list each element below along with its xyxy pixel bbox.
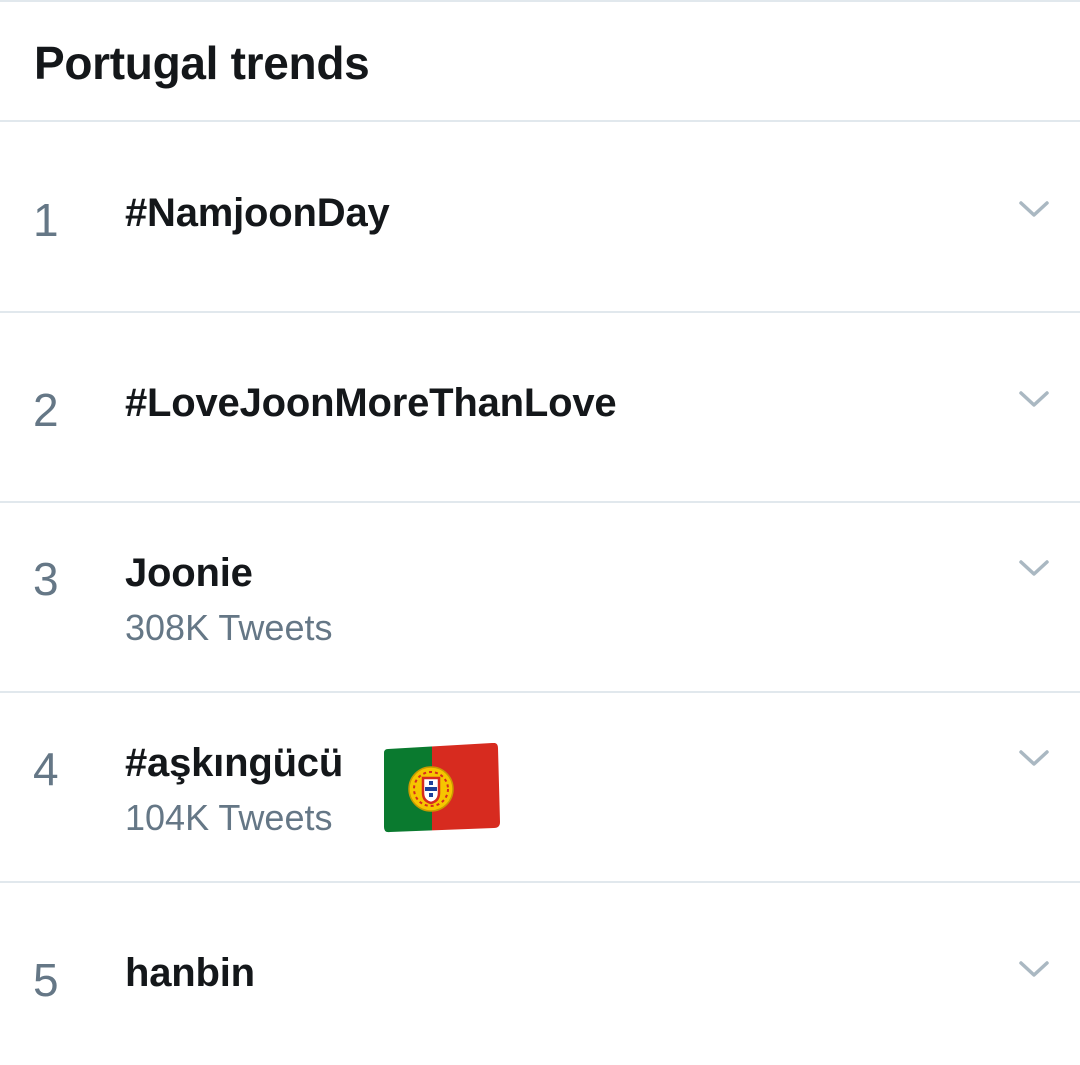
trends-panel: Portugal trends 1 #NamjoonDay 2 #LoveJoo…	[0, 0, 1080, 1065]
trend-name: #LoveJoonMoreThanLove	[125, 381, 617, 425]
trend-name: Joonie	[125, 551, 253, 595]
trend-item-3[interactable]: 3 Joonie 308K Tweets	[0, 503, 1080, 693]
chevron-down-icon[interactable]	[1016, 556, 1052, 580]
trend-name: #NamjoonDay	[125, 191, 390, 235]
portugal-flag-icon	[384, 743, 500, 833]
trend-item-5[interactable]: 5 hanbin	[0, 883, 1080, 1065]
trend-item-2[interactable]: 2 #LoveJoonMoreThanLove	[0, 313, 1080, 503]
trend-rank: 2	[33, 384, 59, 436]
trend-rank: 3	[33, 553, 59, 605]
chevron-down-icon[interactable]	[1016, 197, 1052, 221]
trends-header: Portugal trends	[0, 2, 1080, 122]
trend-name: #aşkıngücü	[125, 741, 344, 785]
trend-tweet-count: 308K Tweets	[125, 607, 333, 648]
trend-rank: 5	[33, 954, 59, 1006]
trend-rank: 4	[33, 743, 59, 795]
trend-item-1[interactable]: 1 #NamjoonDay	[0, 123, 1080, 313]
trend-rank: 1	[33, 194, 59, 246]
chevron-down-icon[interactable]	[1016, 387, 1052, 411]
chevron-down-icon[interactable]	[1016, 957, 1052, 981]
chevron-down-icon[interactable]	[1016, 746, 1052, 770]
trend-name: hanbin	[125, 951, 255, 995]
page-title: Portugal trends	[34, 37, 370, 89]
trend-item-4[interactable]: 4 #aşkıngücü 104K Tweets	[0, 693, 1080, 883]
trend-tweet-count: 104K Tweets	[125, 797, 333, 838]
